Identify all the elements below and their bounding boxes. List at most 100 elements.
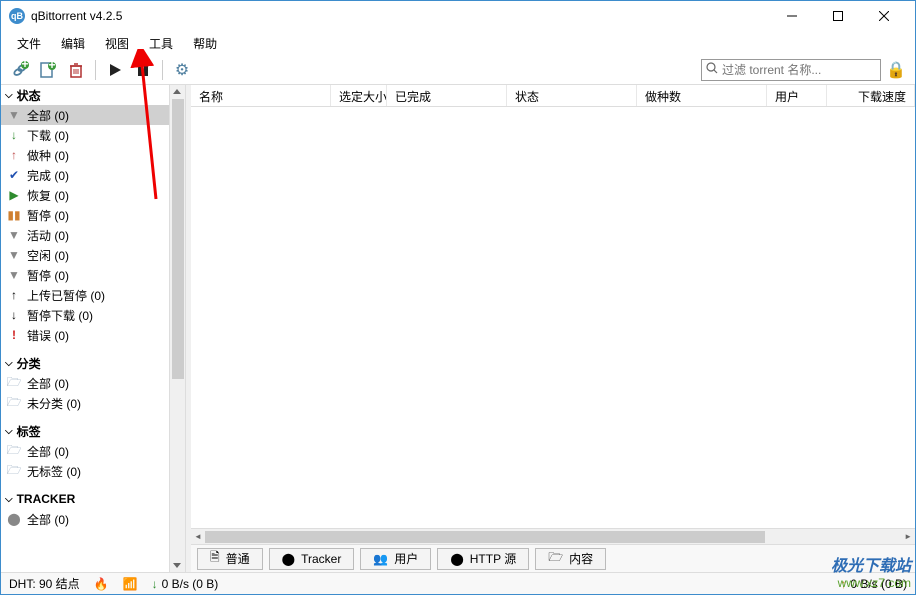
toolbar: + + ⚙ 🔒 <box>1 55 915 85</box>
svg-text:+: + <box>48 61 55 72</box>
filter-stalled[interactable]: ▼暂停 (0) <box>1 265 169 285</box>
pause-icon: ▮▮ <box>7 208 21 222</box>
download-icon: ↓ <box>7 128 21 142</box>
filter-label: 暂停 (0) <box>27 267 69 284</box>
app-icon: qB <box>9 8 25 24</box>
gear-icon: ⚙ <box>175 60 189 80</box>
torrent-list <box>191 107 915 528</box>
filter-errored[interactable]: ! 错误 (0) <box>1 325 169 345</box>
menu-view[interactable]: 视图 <box>95 32 139 55</box>
menu-edit[interactable]: 编辑 <box>51 32 95 55</box>
filter-inactive[interactable]: ▼空闲 (0) <box>1 245 169 265</box>
download-icon: ↓ <box>152 577 158 591</box>
col-peers[interactable]: 用户 <box>767 85 827 106</box>
funnel-icon: ▼ <box>7 248 21 262</box>
users-icon: 👥 <box>373 552 388 566</box>
document-icon: 🗎 <box>210 548 220 569</box>
col-status[interactable]: 状态 <box>507 85 637 106</box>
filter-label: 全部 (0) <box>27 375 69 392</box>
section-tracker[interactable]: ⌵TRACKER <box>1 489 169 509</box>
folder-icon: 🗁 <box>7 373 21 394</box>
tab-label: 内容 <box>569 550 593 567</box>
filter-active[interactable]: ▼活动 (0) <box>1 225 169 245</box>
add-link-button[interactable]: + <box>7 57 33 83</box>
category-all[interactable]: 🗁 全部 (0) <box>1 373 169 393</box>
chevron-down-icon: ⌵ <box>5 358 13 369</box>
status-dht-label: DHT: 90 结点 <box>9 575 80 592</box>
folder-icon: 🗁 <box>7 461 21 482</box>
search-box[interactable] <box>701 59 881 81</box>
filter-label: 未分类 (0) <box>27 395 81 412</box>
filter-completed[interactable]: ✔完成 (0) <box>1 165 169 185</box>
sidebar: ⌵状态 ▼全部 (0) ↓下载 (0) ↑做种 (0) ✔完成 (0) ▶恢复 … <box>1 85 169 572</box>
menu-file[interactable]: 文件 <box>7 32 51 55</box>
filter-paused-dl[interactable]: ↓暂停下载 (0) <box>1 305 169 325</box>
tag-all[interactable]: 🗁全部 (0) <box>1 441 169 461</box>
add-torrent-button[interactable]: + <box>35 57 61 83</box>
filter-label: 无标签 (0) <box>27 463 81 480</box>
tab-label: Tracker <box>301 552 341 566</box>
funnel-icon: ▼ <box>7 108 21 122</box>
menu-help[interactable]: 帮助 <box>183 32 227 55</box>
status-dht[interactable]: DHT: 90 结点 <box>9 575 80 592</box>
col-name[interactable]: 名称 <box>191 85 331 106</box>
status-download[interactable]: ↓ 0 B/s (0 B) <box>152 577 219 591</box>
section-category[interactable]: ⌵分类 <box>1 353 169 373</box>
table-header: 名称 选定大小 已完成 状态 做种数 用户 下载速度 <box>191 85 915 107</box>
status-upload[interactable]: ↑0 B/s (0 B) <box>840 577 907 591</box>
pause-button[interactable] <box>130 57 156 83</box>
filter-paused[interactable]: ▮▮暂停 (0) <box>1 205 169 225</box>
section-status-label: 状态 <box>17 87 41 104</box>
section-status[interactable]: ⌵状态 <box>1 85 169 105</box>
minimize-button[interactable] <box>769 1 815 31</box>
delete-button[interactable] <box>63 57 89 83</box>
tracker-all[interactable]: ⬤ 全部 (0) <box>1 509 169 529</box>
tab-general[interactable]: 🗎 普通 <box>197 548 263 570</box>
section-tracker-label: TRACKER <box>17 492 76 506</box>
tab-content[interactable]: 🗁内容 <box>535 548 606 570</box>
filter-paused-up[interactable]: ↑上传已暂停 (0) <box>1 285 169 305</box>
filter-label: 错误 (0) <box>27 327 69 344</box>
resume-button[interactable] <box>102 57 128 83</box>
status-dl-label: 0 B/s (0 B) <box>162 577 219 591</box>
tab-label: 普通 <box>226 550 250 567</box>
section-tag[interactable]: ⌵标签 <box>1 421 169 441</box>
filter-label: 全部 (0) <box>27 107 69 124</box>
col-done[interactable]: 已完成 <box>387 85 507 106</box>
settings-button[interactable]: ⚙ <box>169 57 195 83</box>
funnel-icon: ▼ <box>7 228 21 242</box>
filter-label: 全部 (0) <box>27 511 69 528</box>
filter-label: 恢复 (0) <box>27 187 69 204</box>
tracker-icon: ⬤ <box>282 552 295 566</box>
col-seeds[interactable]: 做种数 <box>637 85 767 106</box>
gauge-icon: 📶 <box>123 577 138 591</box>
play-icon: ▶ <box>7 188 21 202</box>
filter-downloading[interactable]: ↓ 下载 (0) <box>1 125 169 145</box>
filter-resumed[interactable]: ▶ 恢复 (0) <box>1 185 169 205</box>
filter-all[interactable]: ▼ 全部 (0) <box>1 105 169 125</box>
tab-http[interactable]: ⬤HTTP 源 <box>437 548 529 570</box>
status-speed-limit[interactable]: 📶 <box>123 577 138 591</box>
col-dlspeed[interactable]: 下载速度 <box>827 85 915 106</box>
status-fire[interactable]: 🔥 <box>94 577 109 591</box>
tab-peers[interactable]: 👥用户 <box>360 548 431 570</box>
error-icon: ! <box>7 328 21 342</box>
lock-button[interactable]: 🔒 <box>883 57 909 83</box>
filter-label: 上传已暂停 (0) <box>27 287 105 304</box>
filter-label: 下载 (0) <box>27 127 69 144</box>
filter-seeding[interactable]: ↑做种 (0) <box>1 145 169 165</box>
tag-untagged[interactable]: 🗁 无标签 (0) <box>1 461 169 481</box>
sidebar-scrollbar[interactable] <box>169 85 185 572</box>
filter-label: 全部 (0) <box>27 443 69 460</box>
tracker-icon: ⬤ <box>7 512 21 526</box>
col-size[interactable]: 选定大小 <box>331 85 387 106</box>
category-uncat[interactable]: 🗁未分类 (0) <box>1 393 169 413</box>
search-input[interactable] <box>722 63 877 77</box>
close-button[interactable] <box>861 1 907 31</box>
filter-label: 做种 (0) <box>27 147 69 164</box>
globe-icon: ⬤ <box>450 552 463 566</box>
tab-tracker[interactable]: ⬤ Tracker <box>269 548 355 570</box>
menu-tools[interactable]: 工具 <box>139 32 183 55</box>
horizontal-scrollbar[interactable] <box>191 528 915 544</box>
maximize-button[interactable] <box>815 1 861 31</box>
